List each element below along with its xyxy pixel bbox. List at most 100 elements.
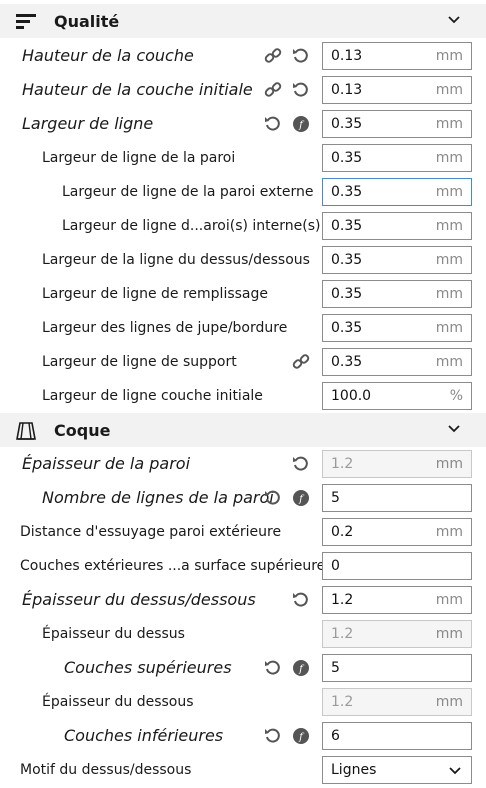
field-value: 1.2	[331, 626, 354, 642]
link-icon	[264, 48, 282, 63]
setting-row-bottom-layers: Couches inférieures f 6	[0, 719, 486, 753]
function-icon: f	[293, 728, 309, 744]
field-value: 0.13	[331, 82, 363, 98]
field-value: 0.13	[331, 48, 363, 64]
field-unit: mm	[435, 48, 463, 64]
line-width-input[interactable]: 0.35 mm	[322, 110, 472, 138]
setting-label: Nombre de lignes de la paroi	[42, 488, 274, 507]
field-unit: mm	[435, 320, 463, 336]
top-bottom-pattern-select[interactable]: Lignes	[322, 756, 472, 784]
function-icon: f	[293, 660, 309, 676]
setting-label: Largeur de ligne de remplissage	[42, 286, 269, 302]
outer-wall-wipe-distance-input[interactable]: 0.2 mm	[322, 518, 472, 546]
reset-icon[interactable]	[264, 489, 282, 507]
setting-label: Distance d'essuyage paroi extérieure	[20, 524, 282, 540]
setting-row-skirt-brim-line-width: Largeur des lignes de jupe/bordure 0.35 …	[0, 311, 486, 345]
setting-row-infill-line-width: Largeur de ligne de remplissage 0.35 mm	[0, 277, 486, 311]
field-unit: mm	[435, 252, 463, 268]
setting-label: Motif du dessus/dessous	[20, 762, 192, 778]
reset-icon[interactable]	[292, 455, 310, 473]
setting-row-top-surface-skin-layers: Couches extérieures ...a surface supérie…	[0, 549, 486, 583]
field-value: 0.35	[331, 116, 363, 132]
section-header-coque[interactable]: Coque	[0, 413, 486, 447]
setting-label: Couches extérieures ...a surface supérie…	[20, 558, 326, 574]
inner-wall-line-width-input[interactable]: 0.35 mm	[322, 212, 472, 240]
quality-section-icon	[16, 14, 36, 29]
chevron-down-icon	[449, 767, 461, 775]
field-value: 6	[331, 728, 340, 744]
link-icon	[264, 82, 282, 97]
setting-row-top-layers: Couches supérieures f 5	[0, 651, 486, 685]
field-unit: mm	[435, 524, 463, 540]
field-value: 0.35	[331, 150, 363, 166]
section-header-qualite[interactable]: Qualité	[0, 4, 486, 38]
outer-wall-line-width-input[interactable]: 0.35 mm	[322, 178, 472, 206]
setting-label: Largeur de ligne de support	[42, 354, 237, 370]
setting-row-wall-thickness: Épaisseur de la paroi 1.2 mm	[0, 447, 486, 481]
field-unit: mm	[435, 218, 463, 234]
function-icon: f	[293, 116, 309, 132]
setting-row-top-bottom-line-width: Largeur de la ligne du dessus/dessous 0.…	[0, 243, 486, 277]
wall-line-count-input[interactable]: 5	[322, 484, 472, 512]
field-unit: mm	[435, 184, 463, 200]
setting-label: Couches inférieures	[64, 726, 224, 745]
field-value: 0.35	[331, 354, 363, 370]
setting-row-layer-height: Hauteur de la couche 0.13 mm	[0, 39, 486, 73]
layer-height-input[interactable]: 0.13 mm	[322, 42, 472, 70]
top-bottom-line-width-input[interactable]: 0.35 mm	[322, 246, 472, 274]
initial-layer-line-width-input[interactable]: 100.0 %	[322, 382, 472, 410]
wall-thickness-input[interactable]: 1.2 mm	[322, 450, 472, 478]
setting-label: Hauteur de la couche initiale	[22, 80, 253, 99]
support-line-width-input[interactable]: 0.35 mm	[322, 348, 472, 376]
top-surface-skin-layers-input[interactable]: 0	[322, 552, 472, 580]
section-title: Qualité	[54, 11, 120, 31]
setting-label: Épaisseur de la paroi	[22, 454, 191, 473]
initial-layer-height-input[interactable]: 0.13 mm	[322, 76, 472, 104]
setting-row-wall-line-width: Largeur de ligne de la paroi 0.35 mm	[0, 141, 486, 175]
field-unit: %	[449, 388, 463, 404]
skirt-brim-line-width-input[interactable]: 0.35 mm	[322, 314, 472, 342]
top-bottom-thickness-input[interactable]: 1.2 mm	[322, 586, 472, 614]
setting-label: Largeur des lignes de jupe/bordure	[42, 320, 288, 336]
reset-icon[interactable]	[292, 591, 310, 609]
setting-row-initial-layer-height: Hauteur de la couche initiale 0.13 mm	[0, 73, 486, 107]
function-icon: f	[293, 490, 309, 506]
field-unit: mm	[435, 82, 463, 98]
setting-label: Largeur de la ligne du dessus/dessous	[42, 252, 310, 268]
field-value: 1.2	[331, 456, 354, 472]
reset-icon[interactable]	[264, 659, 282, 677]
settings-panel: Qualité Hauteur de la couche 0.13 mm Hau…	[0, 0, 486, 788]
section-title: Coque	[54, 420, 111, 440]
shell-section-icon	[16, 422, 36, 440]
field-value: 0.35	[331, 184, 363, 200]
chevron-down-icon[interactable]	[448, 424, 460, 434]
wall-line-width-input[interactable]: 0.35 mm	[322, 144, 472, 172]
reset-icon[interactable]	[292, 47, 310, 65]
setting-label: Largeur de ligne de la paroi	[42, 150, 236, 166]
top-layers-input[interactable]: 5	[322, 654, 472, 682]
setting-label: Couches supérieures	[64, 658, 232, 677]
setting-label: Épaisseur du dessous	[42, 694, 194, 710]
chevron-down-icon[interactable]	[448, 15, 460, 25]
field-value: 0.2	[331, 524, 354, 540]
setting-label: Épaisseur du dessus/dessous	[22, 590, 256, 609]
field-value: 5	[331, 490, 340, 506]
setting-label: Largeur de ligne	[22, 114, 154, 133]
field-unit: mm	[435, 116, 463, 132]
setting-row-outer-wall-wipe-distance: Distance d'essuyage paroi extérieure 0.2…	[0, 515, 486, 549]
setting-row-line-width: Largeur de ligne f 0.35 mm	[0, 107, 486, 141]
reset-icon[interactable]	[264, 115, 282, 133]
field-value: 0.35	[331, 252, 363, 268]
bottom-layers-input[interactable]: 6	[322, 722, 472, 750]
top-thickness-input[interactable]: 1.2 mm	[322, 620, 472, 648]
field-value: 1.2	[331, 694, 354, 710]
reset-icon[interactable]	[264, 727, 282, 745]
field-unit: mm	[435, 456, 463, 472]
bottom-thickness-input[interactable]: 1.2 mm	[322, 688, 472, 716]
reset-icon[interactable]	[292, 81, 310, 99]
field-value: 0.35	[331, 320, 363, 336]
link-icon	[292, 354, 310, 369]
setting-row-wall-line-count: Nombre de lignes de la paroi f 5	[0, 481, 486, 515]
field-value: 0.35	[331, 286, 363, 302]
infill-line-width-input[interactable]: 0.35 mm	[322, 280, 472, 308]
